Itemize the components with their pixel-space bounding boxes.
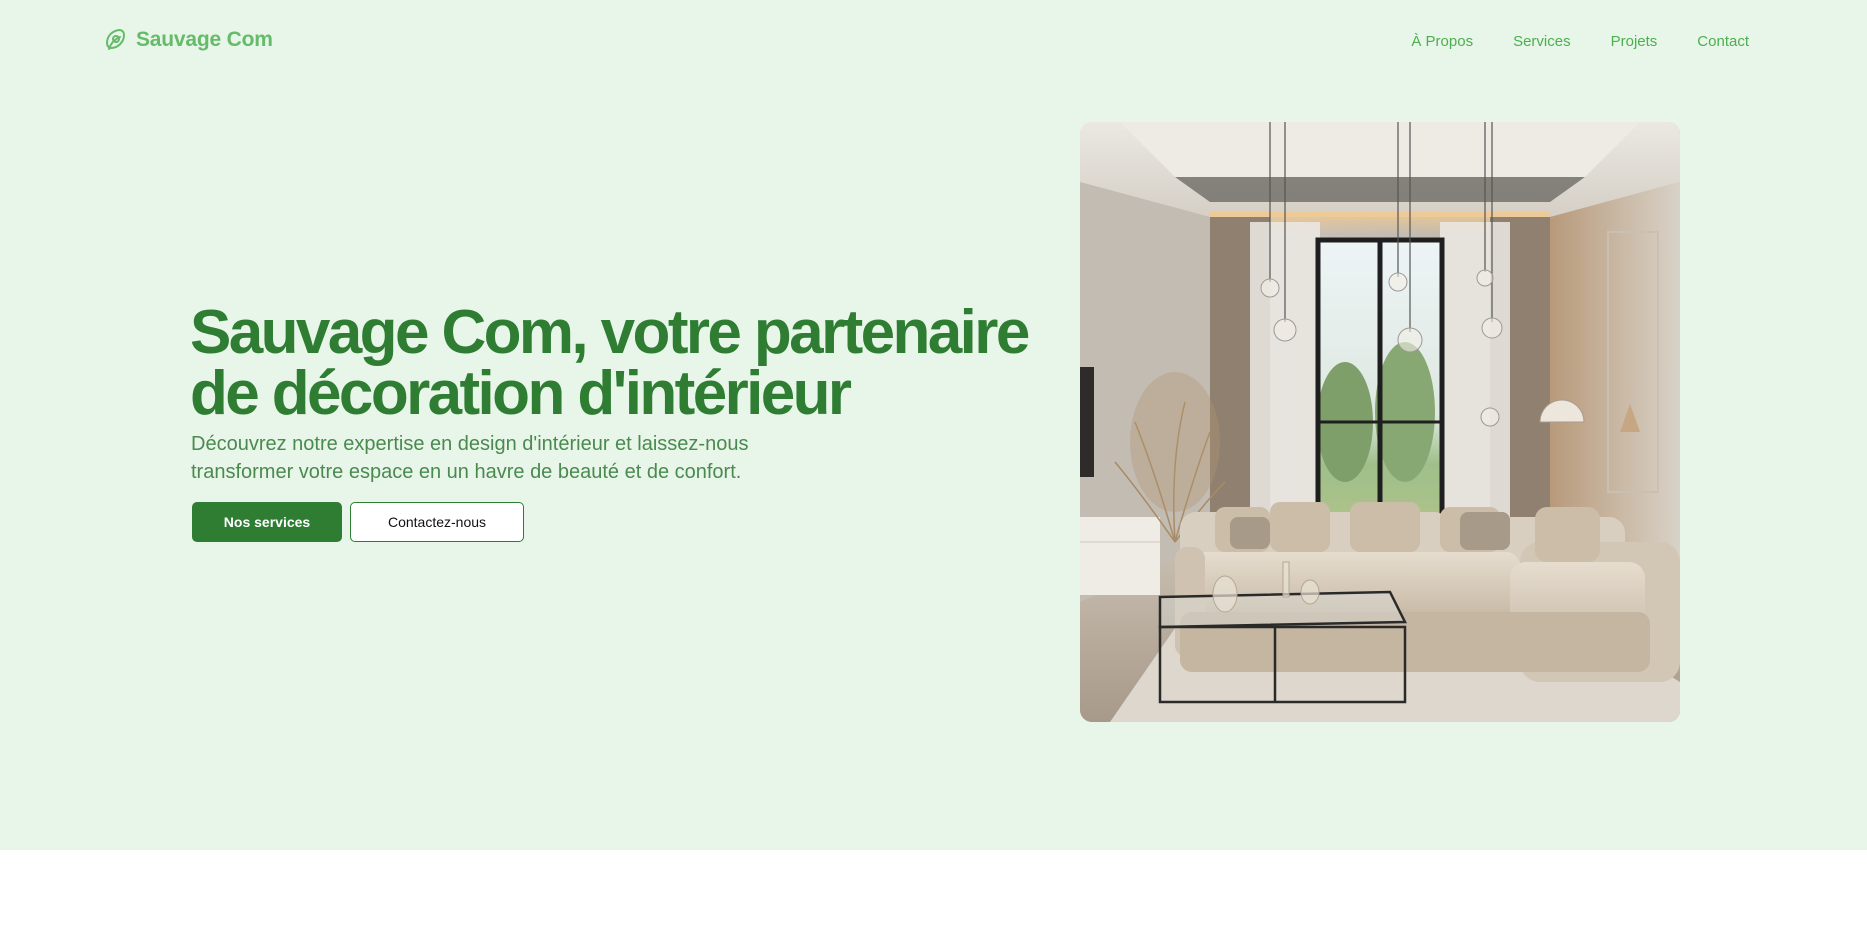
main-nav: À Propos Services Projets Contact — [1411, 32, 1749, 52]
nav-link-services[interactable]: Services — [1513, 32, 1571, 52]
living-room-illustration — [1080, 122, 1680, 722]
contact-button[interactable]: Contactez-nous — [350, 502, 524, 542]
brand-name: Sauvage Com — [136, 28, 273, 51]
hero-actions: Nos services Contactez-nous — [192, 502, 524, 542]
services-button[interactable]: Nos services — [192, 502, 342, 542]
hero-title-line-1: Sauvage Com, votre partenaire — [190, 298, 1030, 367]
nav-link-a-propos[interactable]: À Propos — [1411, 32, 1473, 52]
nav-link-projets[interactable]: Projets — [1611, 32, 1658, 52]
nav-link-contact[interactable]: Contact — [1697, 32, 1749, 52]
hero-section: Sauvage Com À Propos Services Projets Co… — [0, 0, 1867, 850]
hero-title-line-2: de décoration d'intérieur — [190, 359, 852, 428]
brand-logo-link[interactable]: Sauvage Com — [103, 27, 273, 53]
hero-description-line-1: Découvrez notre expertise en design d'in… — [191, 433, 749, 455]
hero-description: Découvrez notre expertise en design d'in… — [191, 430, 851, 486]
hero-description-line-2: transformer votre espace en un havre de … — [191, 461, 742, 483]
leaf-icon — [106, 29, 125, 50]
site-header: Sauvage Com À Propos Services Projets Co… — [0, 0, 1867, 84]
hero-title: Sauvage Com, votre partenaire de décorat… — [190, 302, 1050, 425]
living-room-image — [1080, 122, 1680, 722]
